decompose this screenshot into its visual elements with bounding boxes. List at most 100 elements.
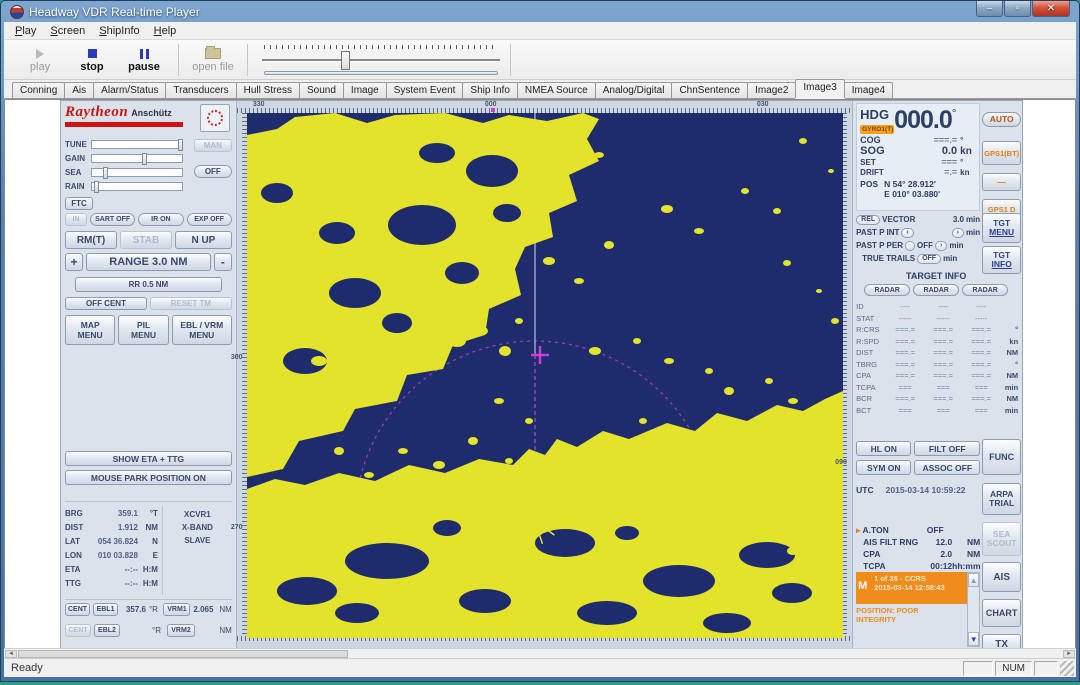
hl-on-button[interactable]: HL ON bbox=[856, 441, 911, 456]
stab-button[interactable]: STAB bbox=[120, 231, 172, 249]
slider-thumb[interactable] bbox=[341, 51, 350, 70]
slider-track[interactable] bbox=[91, 154, 183, 163]
open-file-button[interactable]: open file bbox=[187, 42, 239, 78]
resize-grip[interactable] bbox=[1060, 661, 1074, 676]
func-button[interactable]: FUNC bbox=[982, 439, 1021, 475]
scrollbar-thumb[interactable] bbox=[18, 650, 348, 658]
ftc-button[interactable]: FTC bbox=[65, 197, 93, 210]
gps1-bt-button[interactable]: GPS1(BT) bbox=[982, 141, 1021, 165]
scroll-right-icon[interactable]: ► bbox=[1063, 650, 1075, 658]
past-pper-toggle[interactable] bbox=[905, 241, 915, 251]
slider-track[interactable] bbox=[91, 140, 183, 149]
alert-message[interactable]: M 1 of 26 - CCRS 2015-03-14 12:58:43 bbox=[856, 572, 967, 604]
ais-button[interactable]: AIS bbox=[982, 562, 1021, 592]
ebl1-button[interactable]: EBL1 bbox=[93, 603, 118, 616]
trails-off-button[interactable]: OFF bbox=[917, 254, 941, 264]
map-menu-button[interactable]: MAPMENU bbox=[65, 315, 115, 345]
tgt-info-button[interactable]: TGTINFO bbox=[982, 246, 1021, 274]
off-button[interactable]: OFF bbox=[194, 165, 232, 178]
alert-scrollbar[interactable]: ▲ ▼ bbox=[967, 572, 980, 647]
arpa-trial-button[interactable]: ARPATRIAL bbox=[982, 483, 1021, 515]
radar-echo-display[interactable] bbox=[247, 113, 843, 638]
slider-track[interactable] bbox=[91, 168, 183, 177]
horizontal-scrollbar[interactable]: ◄ ► bbox=[4, 648, 1076, 658]
assoc-off-button[interactable]: ASSOC OFF bbox=[914, 460, 980, 475]
tab[interactable]: Analog/Digital bbox=[595, 82, 673, 98]
alert-scroll-up-icon[interactable]: ▲ bbox=[968, 573, 979, 587]
cent1-button[interactable]: CENT bbox=[65, 603, 90, 616]
menu-item[interactable]: Help bbox=[147, 23, 184, 39]
tgt-menu-button[interactable]: TGTMENU bbox=[982, 213, 1021, 243]
rm-t-button[interactable]: RM(T) bbox=[65, 231, 117, 249]
slider-track[interactable] bbox=[91, 182, 183, 191]
tab[interactable]: Image2 bbox=[747, 82, 796, 98]
anschuetz-logo-button[interactable] bbox=[200, 104, 230, 132]
radar-source-button-1[interactable]: RADAR bbox=[864, 284, 910, 296]
tab[interactable]: Ais bbox=[64, 82, 94, 98]
slider-thumb[interactable] bbox=[178, 139, 183, 151]
vrm1-button[interactable]: VRM1 bbox=[163, 603, 190, 616]
range-rings-button[interactable]: RR 0.5 NM bbox=[75, 277, 222, 292]
tab[interactable]: Conning bbox=[12, 82, 65, 98]
tab[interactable]: Hull Stress bbox=[236, 82, 300, 98]
slider-thumb[interactable] bbox=[103, 167, 108, 179]
tab[interactable]: Image3 bbox=[795, 79, 844, 98]
ir-on-button[interactable]: IR ON bbox=[138, 213, 183, 226]
radar-ppi-area[interactable]: 330000030 300270 090 bbox=[237, 101, 852, 648]
minimize-button[interactable]: – bbox=[976, 1, 1003, 17]
range-plus-button[interactable]: + bbox=[65, 253, 83, 271]
past-pint-inc-button[interactable]: › bbox=[952, 228, 964, 238]
title-bar[interactable]: Headway VDR Real-time Player – ▫ ✕ bbox=[4, 1, 1076, 22]
cent2-button[interactable]: CENT bbox=[65, 624, 91, 637]
radar-source-button-2[interactable]: RADAR bbox=[913, 284, 959, 296]
radar-source-button-3[interactable]: RADAR bbox=[962, 284, 1008, 296]
playback-slider[interactable] bbox=[260, 43, 502, 77]
tab[interactable]: Sound bbox=[299, 82, 344, 98]
reset-tm-button[interactable]: RESET TM bbox=[150, 297, 232, 310]
filt-off-button[interactable]: FILT OFF bbox=[914, 441, 980, 456]
mouse-park-button[interactable]: MOUSE PARK POSITION ON bbox=[65, 470, 232, 485]
north-up-button[interactable]: N UP bbox=[175, 231, 232, 249]
tab[interactable]: Image4 bbox=[844, 82, 893, 98]
auto-button[interactable]: AUTO bbox=[982, 112, 1021, 127]
menu-item[interactable]: Play bbox=[8, 23, 43, 39]
sym-on-button[interactable]: SYM ON bbox=[856, 460, 911, 475]
exp-off-button[interactable]: EXP OFF bbox=[187, 213, 232, 226]
off-center-button[interactable]: OFF CENT bbox=[65, 297, 147, 310]
menu-item[interactable]: ShipInfo bbox=[92, 23, 146, 39]
menu-item[interactable]: Screen bbox=[43, 23, 92, 39]
dash-source-button[interactable]: — bbox=[982, 173, 1021, 191]
in-button[interactable]: IN bbox=[65, 213, 87, 226]
tab[interactable]: NMEA Source bbox=[517, 82, 596, 98]
stop-button[interactable]: stop bbox=[66, 42, 118, 78]
slider-thumb[interactable] bbox=[94, 181, 99, 193]
tab[interactable]: Transducers bbox=[165, 82, 236, 98]
chart-button[interactable]: CHART bbox=[982, 599, 1021, 627]
man-button[interactable]: MAN bbox=[194, 139, 232, 152]
show-eta-ttg-button[interactable]: SHOW ETA + TTG bbox=[65, 451, 232, 466]
tab[interactable]: ChnSentence bbox=[671, 82, 748, 98]
tab[interactable]: Ship Info bbox=[462, 82, 517, 98]
ebl-vrm-menu-button[interactable]: EBL / VRMMENU bbox=[172, 315, 232, 345]
range-minus-button[interactable]: - bbox=[214, 253, 232, 271]
sart-off-button[interactable]: SART OFF bbox=[90, 213, 135, 226]
tx-button[interactable]: TX bbox=[982, 634, 1021, 648]
tab[interactable]: Alarm/Status bbox=[93, 82, 166, 98]
tab[interactable]: System Event bbox=[386, 82, 464, 98]
slider-track[interactable] bbox=[262, 59, 500, 62]
slider-thumb[interactable] bbox=[142, 153, 147, 165]
close-button[interactable]: ✕ bbox=[1032, 1, 1070, 17]
past-pint-dec-button[interactable]: ‹ bbox=[901, 228, 913, 238]
pause-button[interactable]: pause bbox=[118, 42, 170, 78]
ebl2-button[interactable]: EBL2 bbox=[94, 624, 120, 637]
pil-menu-button[interactable]: PILMENU bbox=[118, 315, 168, 345]
rel-button[interactable]: REL bbox=[856, 215, 880, 225]
play-button[interactable]: play bbox=[14, 42, 66, 78]
sea-scout-button[interactable]: SEASCOUT bbox=[982, 522, 1021, 556]
past-pper-inc-button[interactable]: › bbox=[935, 241, 947, 251]
vrm2-button[interactable]: VRM2 bbox=[167, 624, 195, 637]
alert-scroll-down-icon[interactable]: ▼ bbox=[968, 632, 979, 646]
tab[interactable]: Image bbox=[343, 82, 387, 98]
maximize-button[interactable]: ▫ bbox=[1004, 1, 1031, 17]
scroll-left-icon[interactable]: ◄ bbox=[5, 650, 17, 658]
